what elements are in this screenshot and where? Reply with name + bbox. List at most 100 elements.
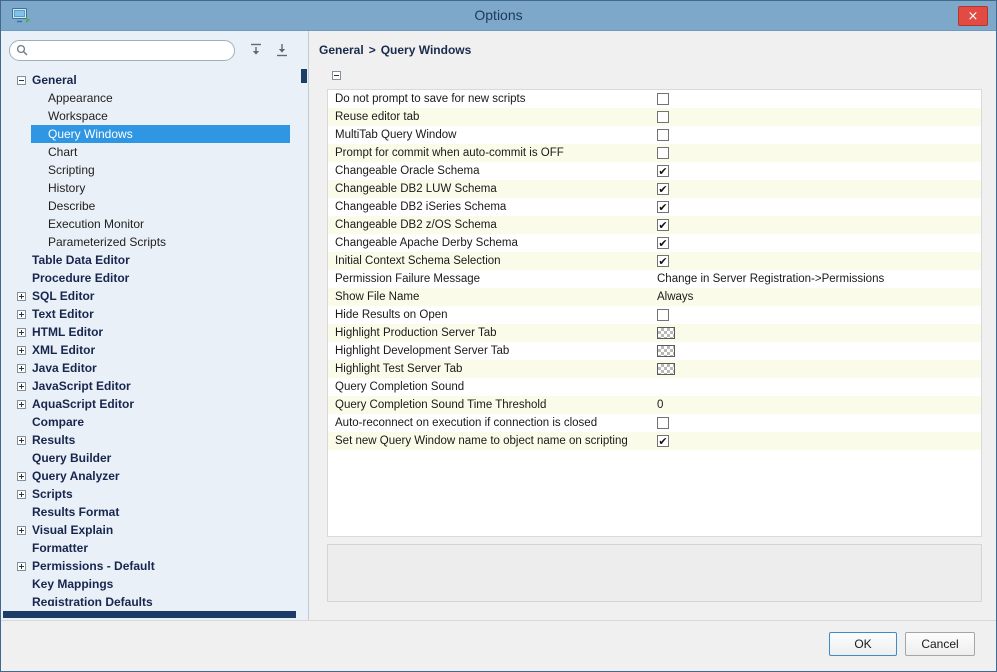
cancel-button[interactable]: Cancel [905, 632, 975, 656]
tree-item[interactable]: Table Data Editor [1, 251, 300, 269]
tree-item[interactable]: Compare [1, 413, 300, 431]
setting-row[interactable]: Changeable DB2 iSeries Schema ✔ [328, 198, 981, 216]
tree-expander-icon[interactable] [17, 435, 26, 445]
tree-item[interactable]: Key Mappings [1, 575, 300, 593]
setting-value[interactable] [657, 345, 981, 357]
setting-value[interactable] [657, 93, 981, 105]
setting-row[interactable]: Set new Query Window name to object name… [328, 432, 981, 450]
setting-value[interactable] [657, 147, 981, 159]
setting-row[interactable]: Do not prompt to save for new scripts [328, 90, 981, 108]
tree-expander-icon[interactable] [17, 345, 26, 355]
checkbox[interactable] [657, 147, 669, 159]
tree-expander-icon[interactable] [17, 327, 26, 337]
tree-expander-icon[interactable] [17, 525, 26, 535]
tree-item[interactable]: SQL Editor [1, 287, 300, 305]
tree-item[interactable]: Appearance [1, 89, 300, 107]
checkbox[interactable]: ✔ [657, 183, 669, 195]
setting-value[interactable]: ✔ [657, 165, 981, 177]
setting-row[interactable]: Reuse editor tab [328, 108, 981, 126]
color-swatch[interactable] [657, 345, 675, 357]
setting-row[interactable]: Query Completion Sound [328, 378, 981, 396]
tree-item[interactable]: General [1, 71, 300, 89]
setting-row[interactable]: Highlight Production Server Tab [328, 324, 981, 342]
tree-item[interactable]: AquaScript Editor [1, 395, 300, 413]
setting-value[interactable]: 0 [657, 399, 981, 411]
tree-item[interactable]: Query Builder [1, 449, 300, 467]
tree-item[interactable]: Formatter [1, 539, 300, 557]
tree-item[interactable]: Java Editor [1, 359, 300, 377]
setting-value[interactable]: ✔ [657, 219, 981, 231]
tree-item[interactable]: Visual Explain [1, 521, 300, 539]
tree-expander-icon[interactable] [17, 471, 26, 481]
setting-row[interactable]: Auto-reconnect on execution if connectio… [328, 414, 981, 432]
checkbox[interactable]: ✔ [657, 201, 669, 213]
checkbox[interactable]: ✔ [657, 219, 669, 231]
checkbox[interactable] [657, 93, 669, 105]
checkbox[interactable]: ✔ [657, 165, 669, 177]
vertical-scrollbar-thumb[interactable] [301, 69, 307, 83]
setting-value[interactable]: Change in Server Registration->Permissio… [657, 273, 981, 285]
tree-expander-icon[interactable] [17, 489, 26, 499]
setting-row[interactable]: Highlight Test Server Tab [328, 360, 981, 378]
setting-value[interactable]: ✔ [657, 183, 981, 195]
tree-item[interactable]: Query Analyzer [1, 467, 300, 485]
tree-item[interactable]: Scripting [1, 161, 300, 179]
tree-item[interactable]: Scripts [1, 485, 300, 503]
tree-item[interactable]: Describe [1, 197, 300, 215]
color-swatch[interactable] [657, 363, 675, 375]
tree-expander-icon[interactable] [17, 363, 26, 373]
breadcrumb-section[interactable]: General [319, 43, 364, 57]
checkbox[interactable]: ✔ [657, 237, 669, 249]
setting-row[interactable]: Changeable Oracle Schema ✔ [328, 162, 981, 180]
setting-row[interactable]: Query Completion Sound Time Threshold 0 [328, 396, 981, 414]
tree-item[interactable]: Procedure Editor [1, 269, 300, 287]
setting-row[interactable]: Changeable DB2 z/OS Schema ✔ [328, 216, 981, 234]
checkbox[interactable] [657, 417, 669, 429]
setting-value[interactable]: ✔ [657, 255, 981, 267]
tree-item[interactable]: XML Editor [1, 341, 300, 359]
setting-row[interactable]: Changeable DB2 LUW Schema ✔ [328, 180, 981, 198]
tree-expander-icon[interactable] [17, 309, 26, 319]
tree-item[interactable]: Chart [1, 143, 300, 161]
ok-button[interactable]: OK [829, 632, 897, 656]
setting-value[interactable]: Always [657, 291, 981, 303]
tree-expander-icon[interactable] [17, 399, 26, 409]
setting-row[interactable]: Show File Name Always [328, 288, 981, 306]
tree-expander-icon[interactable] [17, 381, 26, 391]
close-button[interactable]: × [958, 6, 988, 26]
tree-expander-icon[interactable] [17, 75, 26, 85]
tree-item[interactable]: Registration Defaults [1, 593, 300, 606]
setting-value[interactable] [657, 327, 981, 339]
checkbox[interactable] [657, 129, 669, 141]
setting-value[interactable] [657, 417, 981, 429]
tree-item[interactable]: Workspace [1, 107, 300, 125]
setting-value[interactable]: ✔ [657, 201, 981, 213]
tree-expander-icon[interactable] [17, 291, 26, 301]
tree-item[interactable]: History [1, 179, 300, 197]
setting-value[interactable] [657, 129, 981, 141]
setting-value[interactable] [657, 111, 981, 123]
setting-row[interactable]: Prompt for commit when auto-commit is OF… [328, 144, 981, 162]
setting-value[interactable] [657, 363, 981, 375]
setting-value[interactable]: ✔ [657, 237, 981, 249]
collapse-all-button[interactable] [273, 41, 291, 59]
tree-item[interactable]: Query Windows [1, 125, 300, 143]
setting-row[interactable]: Permission Failure Message Change in Ser… [328, 270, 981, 288]
setting-row[interactable]: Changeable Apache Derby Schema ✔ [328, 234, 981, 252]
horizontal-scrollbar-thumb[interactable] [3, 611, 296, 618]
tree-expander-icon[interactable] [17, 561, 26, 571]
tree-item[interactable]: JavaScript Editor [1, 377, 300, 395]
tree-item[interactable]: Execution Monitor [1, 215, 300, 233]
checkbox[interactable]: ✔ [657, 255, 669, 267]
titlebar[interactable]: Options × [1, 1, 996, 31]
search-input[interactable] [9, 40, 235, 61]
tree-item[interactable]: HTML Editor [1, 323, 300, 341]
setting-row[interactable]: Hide Results on Open [328, 306, 981, 324]
tree-item[interactable]: Results [1, 431, 300, 449]
expand-all-button[interactable] [247, 41, 265, 59]
setting-value[interactable]: ✔ [657, 435, 981, 447]
setting-value[interactable] [657, 309, 981, 321]
setting-row[interactable]: Initial Context Schema Selection ✔ [328, 252, 981, 270]
tree-item[interactable]: Results Format [1, 503, 300, 521]
setting-row[interactable]: Highlight Development Server Tab [328, 342, 981, 360]
